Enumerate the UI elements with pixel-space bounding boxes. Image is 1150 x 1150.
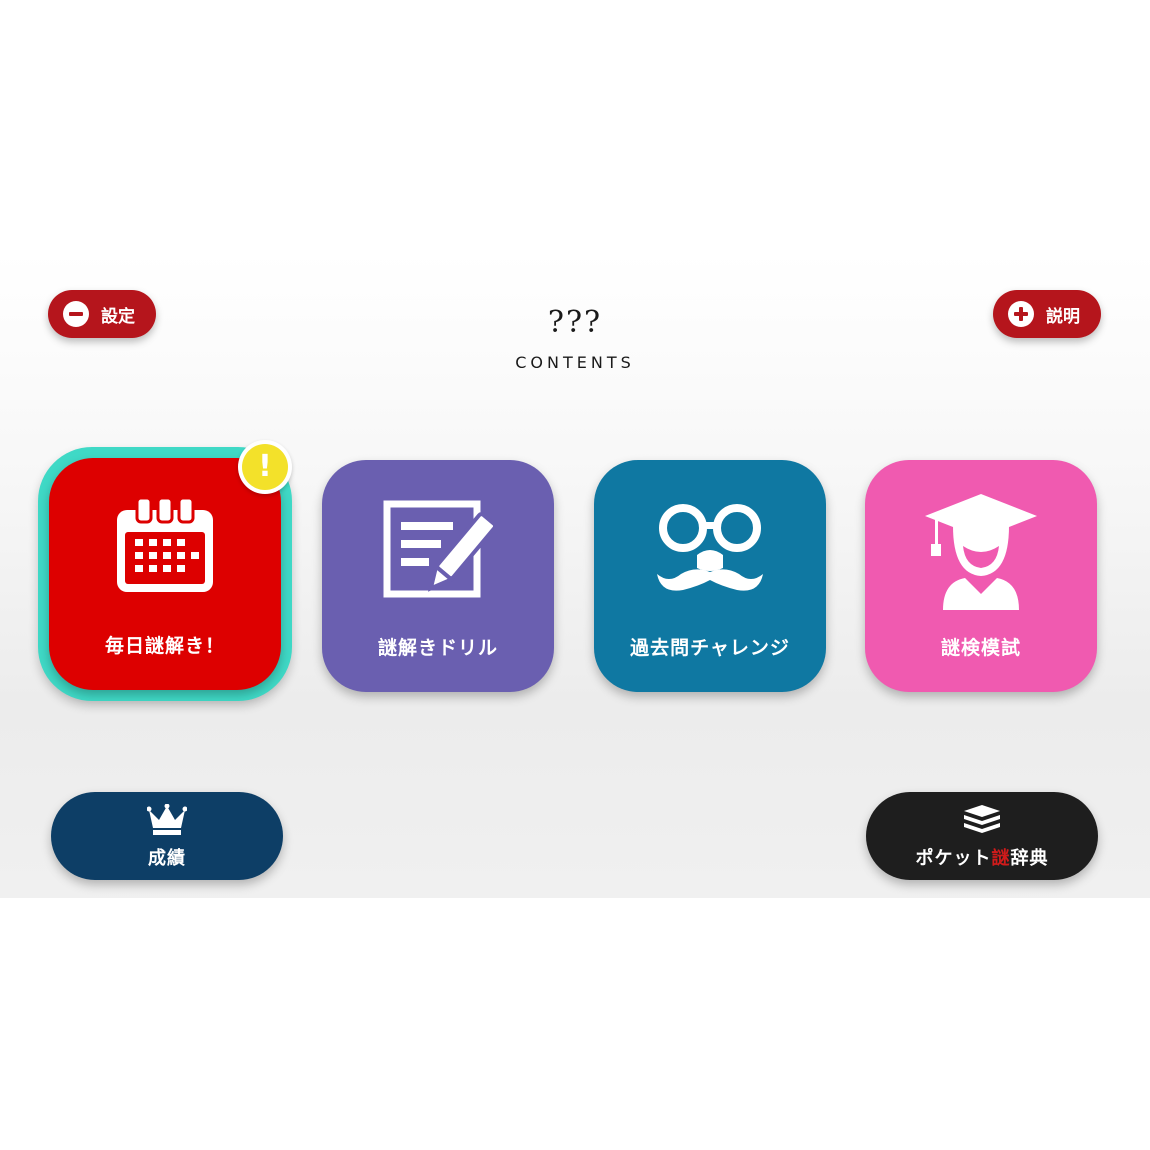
pocket-dictionary-label: ポケット謎辞典 [915,848,1049,869]
help-label: 説明 [1046,306,1080,327]
tile-label: 謎解きドリル [377,637,498,659]
tile-daily-puzzle[interactable]: 毎日謎解き！ [49,458,281,690]
tile-mock-exam[interactable]: 謎検模試 [865,460,1097,692]
graduate-icon [925,494,1037,614]
notification-badge: ! [238,440,292,494]
contents-screen: 設定 説明 ??? CONTENTS 毎日謎解き！ ! 謎解きドリル 過去問チャ… [0,252,1150,898]
calendar-icon [115,496,215,598]
tile-label: 過去問チャレンジ [630,637,790,659]
pocket-dictionary-button[interactable]: ポケット謎辞典 [866,792,1098,880]
logo-question-marks: ??? [547,305,603,340]
tile-label: 毎日謎解き！ [104,635,225,657]
notebook-pen-icon [383,500,498,604]
tile-label: 謎検模試 [940,637,1021,659]
settings-button[interactable]: 設定 [48,290,156,338]
help-button[interactable]: 説明 [993,290,1101,338]
minus-icon [63,301,89,327]
records-button[interactable]: 成績 [51,792,283,880]
contents-logo: ??? CONTENTS [500,305,650,373]
crown-icon [146,803,188,840]
books-icon [962,804,1002,840]
tile-puzzle-drill[interactable]: 謎解きドリル [322,460,554,692]
plus-icon [1008,301,1034,327]
logo-text: CONTENTS [515,353,635,372]
settings-label: 設定 [101,306,135,327]
records-label: 成績 [148,848,186,869]
glasses-mustache-icon [655,500,765,604]
exclamation-icon: ! [242,444,288,490]
tile-past-challenge[interactable]: 過去問チャレンジ [594,460,826,692]
